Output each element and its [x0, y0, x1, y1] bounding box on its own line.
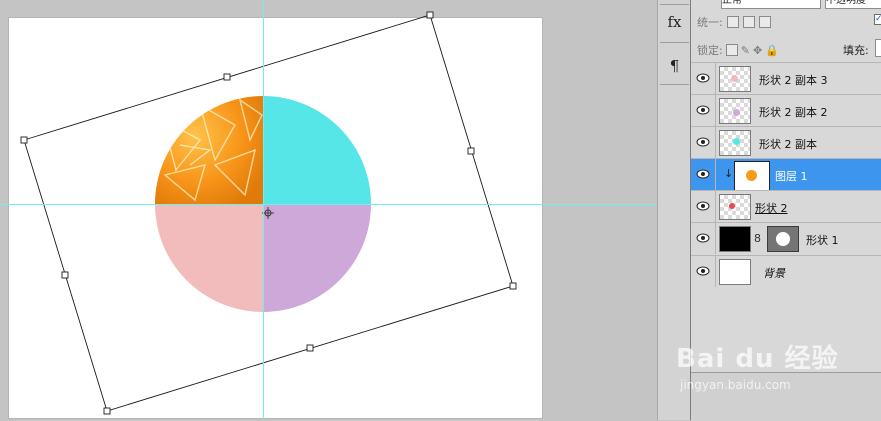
layer-name[interactable]: 形状 2 副本	[759, 136, 817, 152]
fx-icon[interactable]: fx	[660, 8, 689, 36]
layer-thumbnail	[735, 162, 769, 190]
fill-label: 填充:	[843, 44, 869, 57]
strip-separator	[660, 4, 689, 5]
eye-icon[interactable]	[694, 133, 712, 151]
eye-icon[interactable]	[694, 229, 712, 247]
column-divider	[715, 127, 716, 158]
watermark-url: jingyan.baidu.com	[680, 378, 791, 392]
handle-top-left	[20, 136, 28, 144]
handle-bottom-right	[509, 282, 517, 290]
handle-top-right	[426, 11, 434, 19]
column-divider	[715, 63, 716, 94]
layer-thumbnail	[719, 226, 751, 252]
column-divider	[715, 256, 716, 287]
column-divider	[715, 159, 716, 190]
paragraph-icon[interactable]: ¶	[660, 52, 689, 80]
propagate-frame-checkbox[interactable]: ✓	[874, 14, 881, 25]
layer-row[interactable]: 8 形状 1	[691, 222, 881, 255]
column-divider	[715, 95, 716, 126]
layer-thumbnail	[719, 66, 751, 92]
layer-name[interactable]: 形状 2 副本 2	[759, 104, 828, 120]
layer-thumbnail	[719, 130, 751, 156]
layer-name[interactable]: 形状 1	[806, 232, 839, 248]
unify-visibility-icon[interactable]	[742, 16, 755, 28]
column-divider	[715, 223, 716, 254]
column-divider	[715, 191, 716, 222]
unify-style-icon[interactable]	[758, 16, 771, 28]
layer-name[interactable]: 背景	[763, 265, 785, 281]
fill-input[interactable]	[875, 39, 881, 57]
strip-separator	[660, 42, 689, 43]
lock-transparent-icon[interactable]	[725, 44, 738, 56]
unify-label: 统一:	[697, 16, 723, 29]
document-workspace[interactable]	[0, 0, 650, 420]
layer-row[interactable]: 背景	[691, 255, 881, 287]
layer-name[interactable]: 图层 1	[775, 168, 808, 184]
layer-thumbnail	[719, 259, 751, 285]
eye-icon[interactable]	[694, 69, 712, 87]
handle-middle-right	[467, 147, 475, 155]
quadrant-cyan	[263, 96, 371, 204]
link-chain-icon: 8	[754, 232, 761, 245]
layer-thumbnail	[719, 98, 751, 124]
lock-move-icon[interactable]: ✥	[753, 44, 762, 57]
layer-row-selected[interactable]: ↓ 图层 1	[691, 158, 881, 190]
vector-mask-thumbnail	[767, 226, 799, 252]
blend-mode-select[interactable]: 正常	[721, 0, 821, 9]
quadrant-pink	[155, 204, 263, 312]
clipping-mask-arrow-icon: ↓	[724, 167, 734, 180]
unify-position-icon[interactable]	[726, 16, 739, 28]
lock-row: 锁定: ✎ ✥ 🔒	[697, 42, 779, 58]
layer-row[interactable]: 形状 2	[691, 190, 881, 222]
quadrant-orange	[155, 96, 263, 204]
layer-name[interactable]: 形状 2 副本 3	[759, 72, 828, 88]
handle-middle-left	[61, 271, 69, 279]
eye-icon[interactable]	[694, 262, 712, 280]
canvas-artwork[interactable]	[0, 0, 690, 420]
layer-row[interactable]: 形状 2 副本	[691, 126, 881, 158]
guide-vertical	[263, 0, 264, 420]
layer-row[interactable]: 形状 2 副本 3	[691, 62, 881, 94]
layer-name[interactable]: 形状 2	[755, 200, 788, 216]
strip-separator	[660, 84, 689, 85]
quadrant-purple	[263, 204, 371, 312]
eye-icon[interactable]	[694, 165, 712, 183]
eye-icon[interactable]	[694, 197, 712, 215]
unify-row: 统一:	[697, 14, 771, 30]
eye-icon[interactable]	[694, 101, 712, 119]
layer-row[interactable]: 形状 2 副本 2	[691, 94, 881, 126]
handle-bottom-left	[103, 407, 111, 415]
opacity-label: 不透明度	[825, 0, 881, 9]
lock-label: 锁定:	[697, 44, 723, 57]
lock-paint-icon[interactable]: ✎	[741, 44, 750, 57]
watermark-logo: Bai du 经验	[676, 344, 839, 374]
layer-thumbnail	[719, 194, 751, 220]
handle-bottom-middle	[306, 344, 314, 352]
guide-horizontal	[0, 204, 690, 205]
handle-top-middle	[223, 73, 231, 81]
lock-all-icon[interactable]: 🔒	[765, 44, 779, 57]
